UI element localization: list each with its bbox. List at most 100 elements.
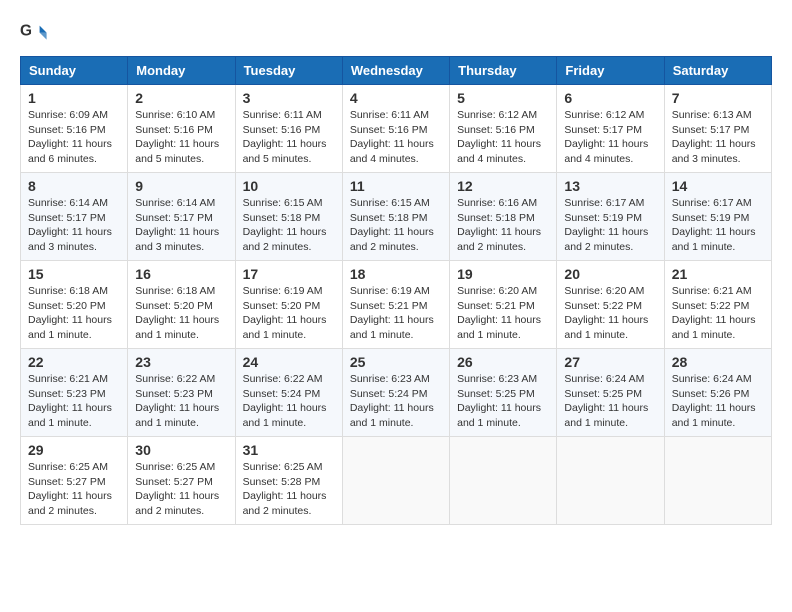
- calendar-day-27: 27 Sunrise: 6:24 AMSunset: 5:25 PMDaylig…: [557, 349, 664, 437]
- day-info: Sunrise: 6:17 AMSunset: 5:19 PMDaylight:…: [564, 197, 648, 253]
- calendar-day-31: 31 Sunrise: 6:25 AMSunset: 5:28 PMDaylig…: [235, 437, 342, 525]
- header-tuesday: Tuesday: [235, 57, 342, 85]
- calendar-day-22: 22 Sunrise: 6:21 AMSunset: 5:23 PMDaylig…: [21, 349, 128, 437]
- day-info: Sunrise: 6:25 AMSunset: 5:28 PMDaylight:…: [243, 461, 327, 517]
- calendar-header-row: SundayMondayTuesdayWednesdayThursdayFrid…: [21, 57, 772, 85]
- day-number: 31: [243, 442, 335, 458]
- calendar-week-3: 15 Sunrise: 6:18 AMSunset: 5:20 PMDaylig…: [21, 261, 772, 349]
- calendar-day-2: 2 Sunrise: 6:10 AMSunset: 5:16 PMDayligh…: [128, 85, 235, 173]
- day-info: Sunrise: 6:23 AMSunset: 5:25 PMDaylight:…: [457, 373, 541, 429]
- day-number: 19: [457, 266, 549, 282]
- calendar-table: SundayMondayTuesdayWednesdayThursdayFrid…: [20, 56, 772, 525]
- day-info: Sunrise: 6:18 AMSunset: 5:20 PMDaylight:…: [28, 285, 112, 341]
- calendar-day-18: 18 Sunrise: 6:19 AMSunset: 5:21 PMDaylig…: [342, 261, 449, 349]
- day-number: 20: [564, 266, 656, 282]
- day-info: Sunrise: 6:19 AMSunset: 5:20 PMDaylight:…: [243, 285, 327, 341]
- day-number: 14: [672, 178, 764, 194]
- calendar-day-3: 3 Sunrise: 6:11 AMSunset: 5:16 PMDayligh…: [235, 85, 342, 173]
- calendar-day-30: 30 Sunrise: 6:25 AMSunset: 5:27 PMDaylig…: [128, 437, 235, 525]
- calendar-day-10: 10 Sunrise: 6:15 AMSunset: 5:18 PMDaylig…: [235, 173, 342, 261]
- day-number: 18: [350, 266, 442, 282]
- day-info: Sunrise: 6:17 AMSunset: 5:19 PMDaylight:…: [672, 197, 756, 253]
- calendar-day-4: 4 Sunrise: 6:11 AMSunset: 5:16 PMDayligh…: [342, 85, 449, 173]
- calendar-day-1: 1 Sunrise: 6:09 AMSunset: 5:16 PMDayligh…: [21, 85, 128, 173]
- day-info: Sunrise: 6:10 AMSunset: 5:16 PMDaylight:…: [135, 109, 219, 165]
- day-info: Sunrise: 6:15 AMSunset: 5:18 PMDaylight:…: [350, 197, 434, 253]
- day-info: Sunrise: 6:21 AMSunset: 5:23 PMDaylight:…: [28, 373, 112, 429]
- day-number: 29: [28, 442, 120, 458]
- day-number: 17: [243, 266, 335, 282]
- calendar-day-15: 15 Sunrise: 6:18 AMSunset: 5:20 PMDaylig…: [21, 261, 128, 349]
- logo: G: [20, 20, 52, 48]
- day-info: Sunrise: 6:25 AMSunset: 5:27 PMDaylight:…: [135, 461, 219, 517]
- calendar-week-4: 22 Sunrise: 6:21 AMSunset: 5:23 PMDaylig…: [21, 349, 772, 437]
- header-area: G: [20, 20, 772, 48]
- day-info: Sunrise: 6:14 AMSunset: 5:17 PMDaylight:…: [135, 197, 219, 253]
- day-number: 1: [28, 90, 120, 106]
- day-number: 13: [564, 178, 656, 194]
- day-info: Sunrise: 6:09 AMSunset: 5:16 PMDaylight:…: [28, 109, 112, 165]
- day-info: Sunrise: 6:12 AMSunset: 5:16 PMDaylight:…: [457, 109, 541, 165]
- calendar-day-19: 19 Sunrise: 6:20 AMSunset: 5:21 PMDaylig…: [450, 261, 557, 349]
- calendar-day-28: 28 Sunrise: 6:24 AMSunset: 5:26 PMDaylig…: [664, 349, 771, 437]
- day-number: 3: [243, 90, 335, 106]
- calendar-day-29: 29 Sunrise: 6:25 AMSunset: 5:27 PMDaylig…: [21, 437, 128, 525]
- calendar-day-16: 16 Sunrise: 6:18 AMSunset: 5:20 PMDaylig…: [128, 261, 235, 349]
- calendar-week-1: 1 Sunrise: 6:09 AMSunset: 5:16 PMDayligh…: [21, 85, 772, 173]
- day-number: 8: [28, 178, 120, 194]
- calendar-day-11: 11 Sunrise: 6:15 AMSunset: 5:18 PMDaylig…: [342, 173, 449, 261]
- day-info: Sunrise: 6:24 AMSunset: 5:26 PMDaylight:…: [672, 373, 756, 429]
- day-info: Sunrise: 6:21 AMSunset: 5:22 PMDaylight:…: [672, 285, 756, 341]
- day-info: Sunrise: 6:16 AMSunset: 5:18 PMDaylight:…: [457, 197, 541, 253]
- header-friday: Friday: [557, 57, 664, 85]
- day-info: Sunrise: 6:19 AMSunset: 5:21 PMDaylight:…: [350, 285, 434, 341]
- calendar-day-20: 20 Sunrise: 6:20 AMSunset: 5:22 PMDaylig…: [557, 261, 664, 349]
- day-number: 22: [28, 354, 120, 370]
- day-number: 9: [135, 178, 227, 194]
- header-saturday: Saturday: [664, 57, 771, 85]
- day-info: Sunrise: 6:20 AMSunset: 5:22 PMDaylight:…: [564, 285, 648, 341]
- logo-icon: G: [20, 20, 48, 48]
- calendar-empty: [557, 437, 664, 525]
- day-info: Sunrise: 6:11 AMSunset: 5:16 PMDaylight:…: [243, 109, 327, 165]
- calendar-week-2: 8 Sunrise: 6:14 AMSunset: 5:17 PMDayligh…: [21, 173, 772, 261]
- calendar-day-26: 26 Sunrise: 6:23 AMSunset: 5:25 PMDaylig…: [450, 349, 557, 437]
- header-monday: Monday: [128, 57, 235, 85]
- calendar-day-7: 7 Sunrise: 6:13 AMSunset: 5:17 PMDayligh…: [664, 85, 771, 173]
- calendar-empty: [342, 437, 449, 525]
- calendar-day-9: 9 Sunrise: 6:14 AMSunset: 5:17 PMDayligh…: [128, 173, 235, 261]
- calendar-empty: [664, 437, 771, 525]
- day-info: Sunrise: 6:15 AMSunset: 5:18 PMDaylight:…: [243, 197, 327, 253]
- day-info: Sunrise: 6:24 AMSunset: 5:25 PMDaylight:…: [564, 373, 648, 429]
- day-info: Sunrise: 6:22 AMSunset: 5:23 PMDaylight:…: [135, 373, 219, 429]
- day-number: 30: [135, 442, 227, 458]
- day-number: 12: [457, 178, 549, 194]
- day-info: Sunrise: 6:20 AMSunset: 5:21 PMDaylight:…: [457, 285, 541, 341]
- day-number: 25: [350, 354, 442, 370]
- day-info: Sunrise: 6:14 AMSunset: 5:17 PMDaylight:…: [28, 197, 112, 253]
- day-number: 16: [135, 266, 227, 282]
- day-number: 4: [350, 90, 442, 106]
- calendar-day-25: 25 Sunrise: 6:23 AMSunset: 5:24 PMDaylig…: [342, 349, 449, 437]
- day-info: Sunrise: 6:13 AMSunset: 5:17 PMDaylight:…: [672, 109, 756, 165]
- day-info: Sunrise: 6:22 AMSunset: 5:24 PMDaylight:…: [243, 373, 327, 429]
- calendar-week-5: 29 Sunrise: 6:25 AMSunset: 5:27 PMDaylig…: [21, 437, 772, 525]
- calendar-day-12: 12 Sunrise: 6:16 AMSunset: 5:18 PMDaylig…: [450, 173, 557, 261]
- header-sunday: Sunday: [21, 57, 128, 85]
- calendar-day-23: 23 Sunrise: 6:22 AMSunset: 5:23 PMDaylig…: [128, 349, 235, 437]
- day-number: 24: [243, 354, 335, 370]
- calendar-day-17: 17 Sunrise: 6:19 AMSunset: 5:20 PMDaylig…: [235, 261, 342, 349]
- calendar-day-8: 8 Sunrise: 6:14 AMSunset: 5:17 PMDayligh…: [21, 173, 128, 261]
- calendar-day-24: 24 Sunrise: 6:22 AMSunset: 5:24 PMDaylig…: [235, 349, 342, 437]
- day-number: 11: [350, 178, 442, 194]
- day-number: 21: [672, 266, 764, 282]
- day-number: 27: [564, 354, 656, 370]
- day-info: Sunrise: 6:25 AMSunset: 5:27 PMDaylight:…: [28, 461, 112, 517]
- day-number: 2: [135, 90, 227, 106]
- svg-text:G: G: [20, 22, 32, 39]
- day-info: Sunrise: 6:18 AMSunset: 5:20 PMDaylight:…: [135, 285, 219, 341]
- calendar-day-21: 21 Sunrise: 6:21 AMSunset: 5:22 PMDaylig…: [664, 261, 771, 349]
- day-info: Sunrise: 6:23 AMSunset: 5:24 PMDaylight:…: [350, 373, 434, 429]
- day-info: Sunrise: 6:11 AMSunset: 5:16 PMDaylight:…: [350, 109, 434, 165]
- day-number: 28: [672, 354, 764, 370]
